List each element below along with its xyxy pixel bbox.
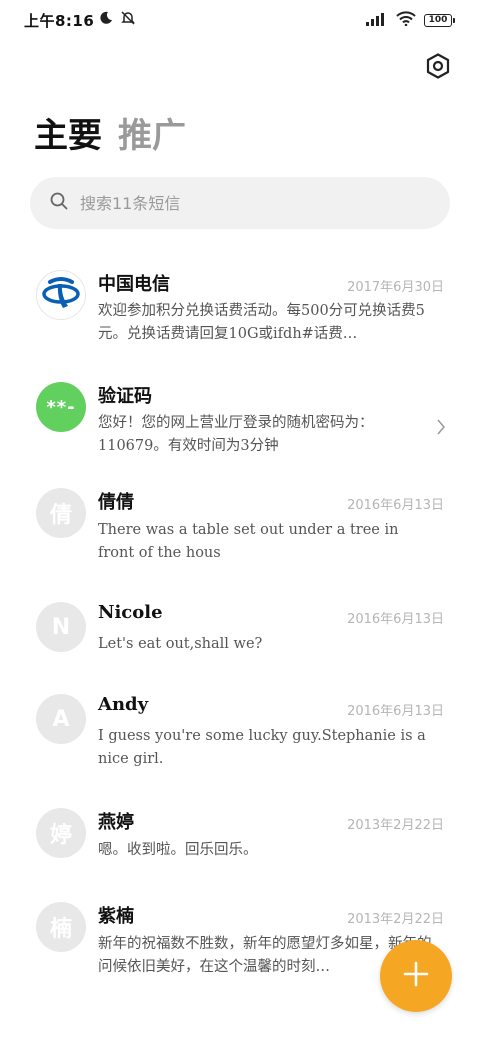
sender-name: Nicole — [98, 602, 163, 623]
avatar: 倩 — [36, 488, 86, 538]
title-tabs: 主要 推广 — [34, 108, 186, 157]
message-preview: I guess you're some lucky guy.Stephanie … — [98, 728, 426, 767]
signal-icon — [366, 11, 388, 30]
plus-icon — [403, 961, 429, 991]
avatar: N — [36, 602, 86, 652]
search-icon — [50, 192, 68, 214]
new-message-button[interactable] — [380, 940, 452, 1012]
status-bar: 上午8:16 100 — [0, 0, 480, 40]
status-time: 上午8:16 — [24, 12, 95, 30]
list-item[interactable]: N Nicole 2016年6月13日 Let's eat out,shall … — [0, 586, 480, 678]
message-date: 2013年2月22日 — [347, 818, 444, 833]
list-item[interactable]: **- 验证码 您好！您的网上营业厅登录的随机密码为：110679。有效时间为3… — [0, 360, 480, 472]
muted-bell-icon — [120, 10, 136, 30]
avatar: A — [36, 694, 86, 744]
search-bar[interactable] — [30, 177, 450, 229]
message-preview: 欢迎参加积分兑换话费活动。每500分可兑换话费5元。兑换话费请回复10G或ifd… — [98, 303, 425, 342]
tab-promotions[interactable]: 推广 — [118, 108, 186, 157]
china-telecom-logo-icon — [41, 272, 81, 318]
sender-name: Andy — [98, 694, 149, 715]
message-preview: 嗯。收到啦。回乐回乐。 — [98, 842, 258, 858]
list-item[interactable]: A Andy 2016年6月13日 I guess you're some lu… — [0, 678, 480, 792]
sender-name: 验证码 — [98, 386, 152, 407]
message-preview: 您好！您的网上营业厅登录的随机密码为：110679。有效时间为3分钟 — [98, 415, 374, 454]
settings-button[interactable] — [424, 53, 452, 83]
message-date: 2016年6月13日 — [347, 612, 444, 627]
list-item[interactable]: 倩 倩倩 2016年6月13日 There was a table set ou… — [0, 472, 480, 586]
message-date: 2013年2月22日 — [347, 912, 444, 927]
list-item[interactable]: 中国电信 2017年6月30日 欢迎参加积分兑换话费活动。每500分可兑换话费5… — [0, 260, 480, 360]
list-item[interactable]: 婷 燕婷 2013年2月22日 嗯。收到啦。回乐回乐。 — [0, 792, 480, 886]
hexagon-gear-icon — [426, 53, 450, 83]
search-input[interactable] — [80, 193, 420, 213]
sender-name: 紫楠 — [98, 906, 134, 927]
wifi-icon — [396, 11, 416, 30]
message-date: 2017年6月30日 — [347, 280, 444, 295]
message-date: 2016年6月13日 — [347, 498, 444, 513]
avatar: 楠 — [36, 902, 86, 952]
battery-icon: 100 — [424, 14, 455, 27]
do-not-disturb-icon — [98, 10, 114, 30]
message-date: 2016年6月13日 — [347, 704, 444, 719]
chevron-right-icon[interactable] — [436, 418, 446, 440]
avatar — [36, 270, 86, 320]
sender-name: 倩倩 — [98, 492, 134, 513]
avatar: 婷 — [36, 808, 86, 858]
message-list: 中国电信 2017年6月30日 欢迎参加积分兑换话费活动。每500分可兑换话费5… — [0, 260, 480, 998]
message-preview: Let's eat out,shall we? — [98, 636, 263, 652]
tab-main[interactable]: 主要 — [34, 108, 102, 157]
avatar: **- — [36, 382, 86, 432]
sender-name: 中国电信 — [98, 274, 170, 295]
message-preview: There was a table set out under a tree i… — [98, 522, 399, 561]
sender-name: 燕婷 — [98, 812, 134, 833]
